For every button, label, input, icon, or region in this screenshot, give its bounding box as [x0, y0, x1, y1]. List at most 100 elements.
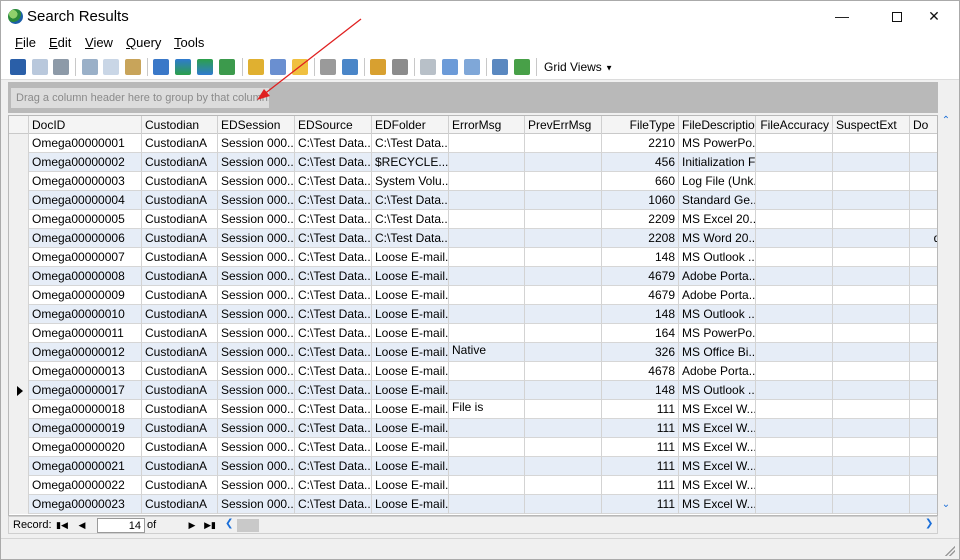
grid-cell[interactable]	[756, 400, 833, 419]
grid-cell[interactable]: 1060	[602, 191, 679, 210]
next-record-button[interactable]: ▶	[185, 519, 199, 532]
grid-cell[interactable]: p	[910, 286, 937, 305]
grid-cell[interactable]: CustodianA	[142, 248, 218, 267]
grid-cell[interactable]	[525, 305, 602, 324]
save-icon[interactable]	[10, 59, 26, 75]
table-row[interactable]: Omega00000017 CustodianA Session 000... C:\…	[9, 381, 937, 400]
grid-cell[interactable]	[449, 419, 525, 438]
highlight-icon[interactable]	[292, 59, 308, 75]
grid-cell[interactable]	[525, 153, 602, 172]
grid-cell[interactable]	[449, 324, 525, 343]
filter-clear-icon[interactable]	[392, 59, 408, 75]
scroll-right-icon[interactable]: ❯	[925, 518, 933, 529]
grid-cell[interactable]: Initialization F...	[679, 153, 756, 172]
grid-cell[interactable]: CustodianA	[142, 381, 218, 400]
grid-cell[interactable]: Log File (Unk...	[679, 172, 756, 191]
grid-cell[interactable]	[525, 457, 602, 476]
grid-cell[interactable]: p	[910, 134, 937, 153]
row-selector[interactable]	[9, 191, 29, 210]
grid-cell[interactable]: MS Outlook ...	[679, 248, 756, 267]
grid-cell[interactable]: CustodianA	[142, 286, 218, 305]
table-row[interactable]: Omega00000021 CustodianA Session 000... C:\…	[9, 457, 937, 476]
grid-cell[interactable]: 111	[602, 419, 679, 438]
grid-cell[interactable]	[525, 495, 602, 514]
table-row[interactable]: Omega00000003 CustodianA Session 000... C:\…	[9, 172, 937, 191]
settings-icon[interactable]	[442, 59, 458, 75]
grid-cell[interactable]: m	[910, 381, 937, 400]
column-header[interactable]: PrevErrMsg	[525, 116, 602, 134]
grid-cell[interactable]: x	[910, 457, 937, 476]
table-row[interactable]: Omega00000013 CustodianA Session 000... C:\…	[9, 362, 937, 381]
grid-cell[interactable]	[833, 476, 910, 495]
grid-cell[interactable]: C:\Test Data...	[295, 400, 372, 419]
grid-cell[interactable]: MS Outlook ...	[679, 305, 756, 324]
group-by-panel[interactable]: Drag a column header here to group by th…	[8, 82, 938, 113]
grid-cell[interactable]: Omega00000009	[29, 286, 142, 305]
grid-cell[interactable]: C:\Test Data...	[295, 343, 372, 362]
grid-cell[interactable]: C:\Test Data...	[295, 153, 372, 172]
row-selector[interactable]	[9, 153, 29, 172]
grid-cell[interactable]: Loose E-mail...	[372, 457, 449, 476]
grid-cell[interactable]: 164	[602, 324, 679, 343]
print-icon[interactable]	[53, 59, 69, 75]
grid-views-dropdown[interactable]: Grid Views ▼	[544, 60, 613, 74]
cut-icon[interactable]	[82, 59, 98, 75]
grid-cell[interactable]	[833, 381, 910, 400]
forward-icon[interactable]	[514, 59, 530, 75]
previous-record-button[interactable]: ◀	[75, 519, 89, 532]
grid-cell[interactable]	[449, 229, 525, 248]
grid-cell[interactable]	[756, 495, 833, 514]
grid-cell[interactable]: x	[910, 438, 937, 457]
grid-cell[interactable]: Omega00000003	[29, 172, 142, 191]
column-header[interactable]: FileAccuracy	[756, 116, 833, 134]
grid-cell[interactable]: CustodianA	[142, 267, 218, 286]
grid-cell[interactable]: CustodianA	[142, 400, 218, 419]
grid-cell[interactable]: MS Excel W...	[679, 400, 756, 419]
table-row[interactable]: Omega00000023 CustodianA Session 000... C:\…	[9, 495, 937, 514]
grid-cell[interactable]: Omega00000022	[29, 476, 142, 495]
grid-cell[interactable]: x	[910, 419, 937, 438]
grid-cell[interactable]: C:\Test Data...	[295, 381, 372, 400]
row-selector[interactable]	[9, 495, 29, 514]
grid-cell[interactable]	[525, 476, 602, 495]
grid-cell[interactable]	[525, 229, 602, 248]
grid-cell[interactable]: MS Excel 20...	[679, 210, 756, 229]
grid-cell[interactable]: C:\Test Data...	[295, 172, 372, 191]
grid-cell[interactable]: C:\Test Data...	[295, 286, 372, 305]
grid-cell[interactable]: File is	[449, 400, 525, 419]
grid-cell[interactable]: C:\Test Data...	[295, 476, 372, 495]
grid-cell[interactable]: Omega00000013	[29, 362, 142, 381]
grid-cell[interactable]: C:\Test Data...	[295, 362, 372, 381]
grid-cell[interactable]: C:\Test Data...	[372, 191, 449, 210]
grid-cell[interactable]: Session 000...	[218, 362, 295, 381]
grid-cell[interactable]: CustodianA	[142, 229, 218, 248]
grid-cell[interactable]: Omega00000010	[29, 305, 142, 324]
grid-cell[interactable]: Omega00000006	[29, 229, 142, 248]
row-selector[interactable]	[9, 134, 29, 153]
row-selector[interactable]	[9, 229, 29, 248]
column-header[interactable]: FileType	[602, 116, 679, 134]
view-icon[interactable]	[492, 59, 508, 75]
grid-cell[interactable]: 111	[602, 476, 679, 495]
table-row[interactable]: Omega00000018 CustodianA Session 000... C:\…	[9, 400, 937, 419]
grid-cell[interactable]	[833, 172, 910, 191]
scroll-left-icon[interactable]: ❮	[225, 518, 233, 529]
grid-cell[interactable]: Omega00000019	[29, 419, 142, 438]
grid-cell[interactable]	[525, 172, 602, 191]
sort-ascending-icon[interactable]	[175, 59, 191, 75]
grid-cell[interactable]	[449, 267, 525, 286]
grid-cell[interactable]: m	[910, 305, 937, 324]
grid-cell[interactable]	[756, 305, 833, 324]
row-selector[interactable]	[9, 362, 29, 381]
results-grid[interactable]: DocID Custodian EDSession EDSource EDFolder E…	[8, 115, 938, 516]
grid-cell[interactable]	[756, 381, 833, 400]
grid-cell[interactable]: p	[910, 324, 937, 343]
row-selector[interactable]	[9, 248, 29, 267]
grid-cell[interactable]: CustodianA	[142, 134, 218, 153]
grid-cell[interactable]: 326	[602, 343, 679, 362]
grid-cell[interactable]: MS Excel W...	[679, 476, 756, 495]
grid-cell[interactable]: Loose E-mail...	[372, 286, 449, 305]
column-header[interactable]: ErrorMsg	[449, 116, 525, 134]
row-selector[interactable]	[9, 305, 29, 324]
grid-cell[interactable]	[449, 191, 525, 210]
